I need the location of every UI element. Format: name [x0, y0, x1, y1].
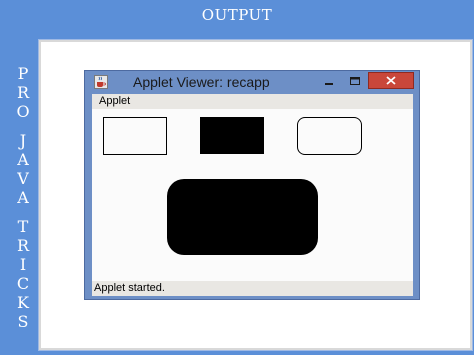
status-text: Applet started. — [94, 282, 165, 294]
minimize-button[interactable] — [317, 73, 341, 89]
side-letter: S — [17, 312, 29, 331]
menu-bar: Applet — [92, 94, 413, 109]
banner-title: OUTPUT — [201, 6, 273, 24]
side-letter: O — [16, 102, 30, 121]
menu-item-applet[interactable]: Applet — [99, 95, 130, 108]
side-letter: T — [17, 217, 29, 236]
java-cup-icon[interactable] — [94, 75, 108, 89]
side-letter: P — [17, 64, 29, 83]
side-letter: I — [19, 255, 27, 274]
side-letter: R — [16, 236, 30, 255]
status-bar: Applet started. — [92, 281, 413, 296]
side-watermark-text: P R O J A V A T R I C K S — [12, 64, 34, 331]
close-button[interactable] — [368, 72, 414, 89]
close-icon — [386, 76, 396, 85]
side-letter: R — [16, 83, 30, 102]
applet-canvas — [92, 109, 413, 281]
side-letter: V — [17, 169, 29, 188]
maximize-button[interactable] — [343, 73, 367, 89]
side-letter: C — [16, 274, 30, 293]
side-letter: A — [17, 150, 29, 169]
side-letter: A — [17, 188, 29, 207]
applet-viewer-window: Applet Viewer: recapp Applet Applet star… — [84, 70, 420, 300]
window-title: Applet Viewer: recapp — [133, 74, 270, 90]
window-titlebar[interactable]: Applet Viewer: recapp — [85, 71, 419, 93]
maximize-icon — [350, 77, 360, 85]
outlined-rectangle — [103, 117, 167, 155]
outlined-rounded-rectangle — [297, 117, 362, 155]
minimize-icon — [325, 83, 333, 85]
filled-rounded-rectangle — [167, 179, 318, 255]
side-letter: K — [17, 293, 29, 312]
filled-rectangle — [200, 117, 264, 154]
side-letter: J — [19, 131, 27, 150]
